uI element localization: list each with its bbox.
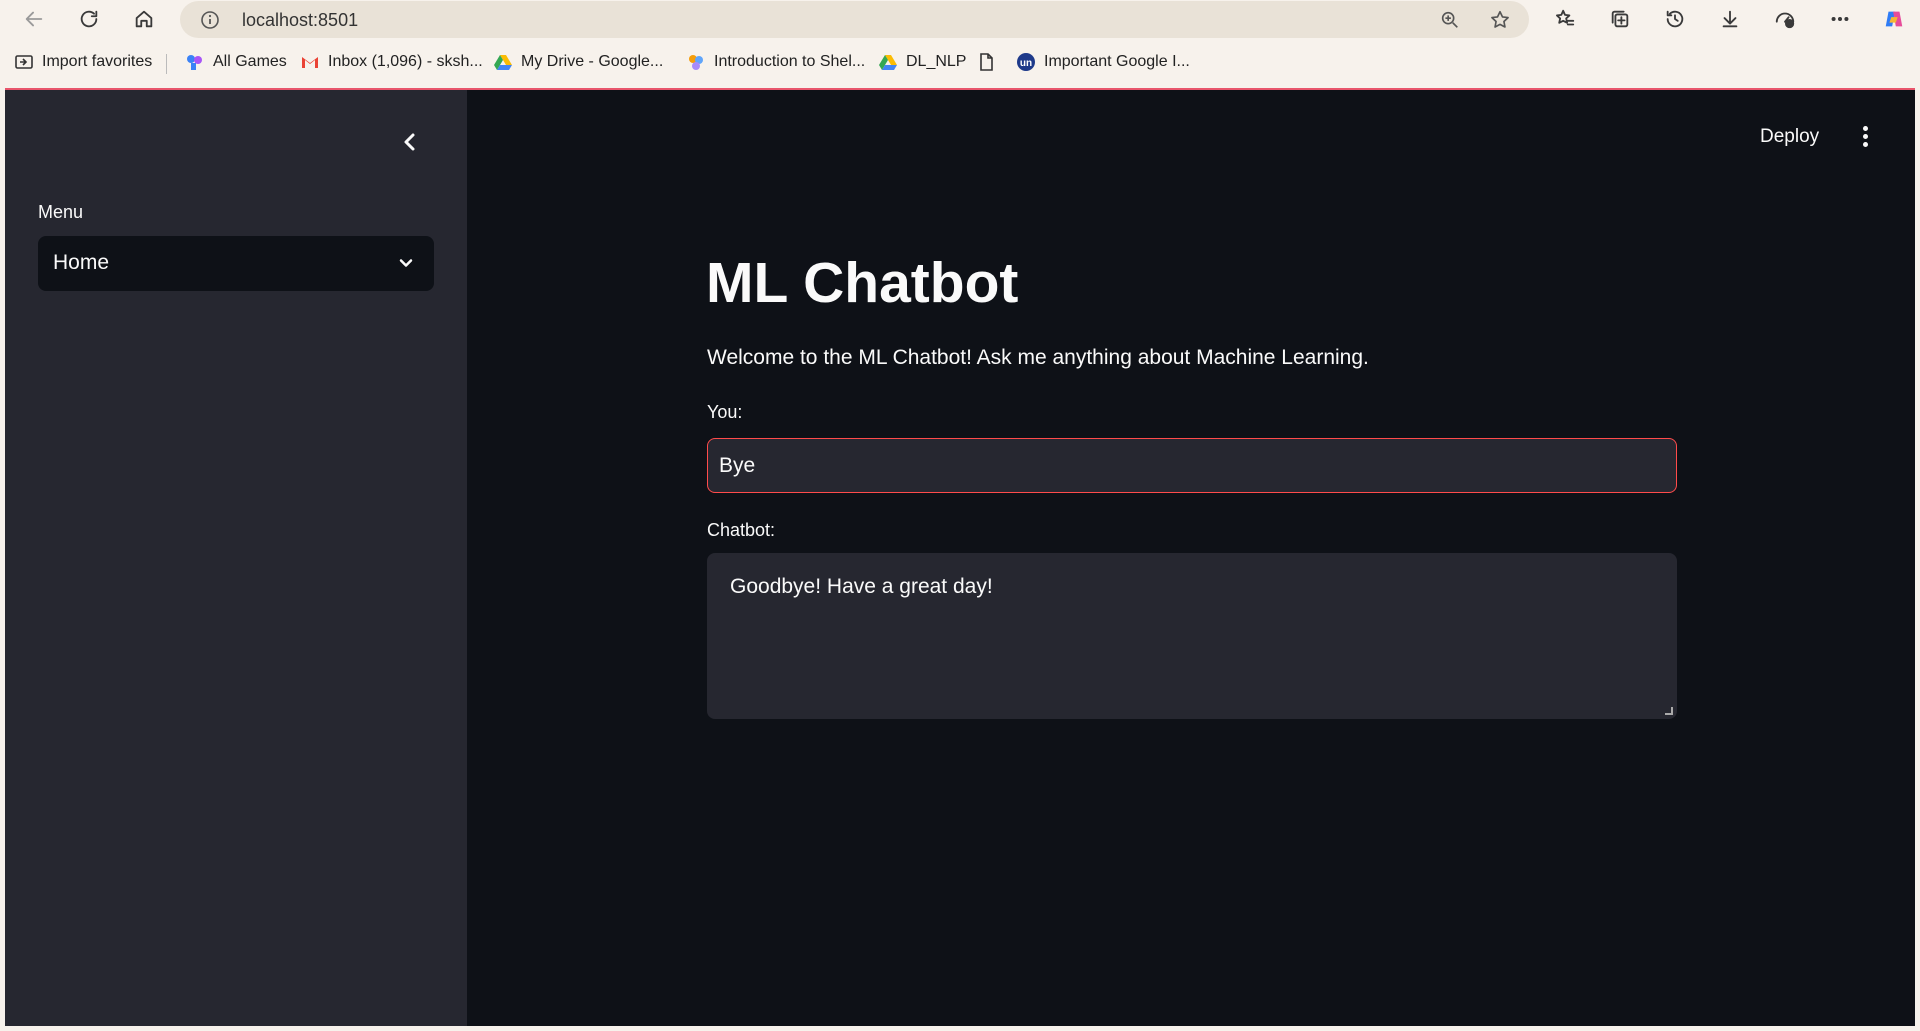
star-icon[interactable] <box>1489 9 1511 31</box>
favorites-bar: Import favorites All Games Inbox (1,096)… <box>0 44 1920 82</box>
favorite-my-drive[interactable]: My Drive - Google... <box>493 52 663 72</box>
deploy-button[interactable]: Deploy <box>1760 126 1819 148</box>
favorite-intro-shell[interactable]: Introduction to Shel... <box>686 52 865 72</box>
info-icon[interactable] <box>200 10 220 30</box>
zoom-icon[interactable] <box>1439 9 1461 31</box>
favorite-label: All Games <box>213 53 287 70</box>
browser-toolbar: localhost:8501 <box>0 0 1920 38</box>
favorite-inbox[interactable]: Inbox (1,096) - sksh... <box>300 52 483 72</box>
favorite-label: Inbox (1,096) - sksh... <box>328 53 483 70</box>
favorite-label: Introduction to Shel... <box>714 53 866 70</box>
history-icon[interactable] <box>1659 3 1691 35</box>
sidebar: Menu Home <box>5 90 467 1026</box>
chatbot-label: Chatbot: <box>707 520 776 540</box>
chevron-down-icon <box>396 253 418 275</box>
url-text: localhost:8501 <box>242 10 359 30</box>
chatbot-response-text: Goodbye! Have a great day! <box>730 575 993 598</box>
collections-icon[interactable] <box>1604 3 1636 35</box>
main-menu-icon[interactable] <box>1859 126 1871 150</box>
resize-handle[interactable] <box>1665 707 1673 715</box>
favorite-all-games[interactable]: All Games <box>185 52 287 72</box>
page-title: ML Chatbot <box>706 251 1019 315</box>
document-icon <box>980 53 993 71</box>
menu-select[interactable]: Home <box>38 236 434 291</box>
more-icon[interactable] <box>1824 3 1856 35</box>
favorite-dl-nlp[interactable]: DL_NLP <box>878 52 966 72</box>
you-label: You: <box>707 402 743 422</box>
favorite-label: My Drive - Google... <box>521 53 664 70</box>
menu-select-value: Home <box>53 251 110 274</box>
favorites-divider <box>166 54 167 74</box>
chatbot-response-area[interactable]: Goodbye! Have a great day! <box>707 553 1677 719</box>
shell-icon <box>689 55 703 70</box>
refresh-icon[interactable] <box>73 3 105 35</box>
favorite-import[interactable]: Import favorites <box>14 52 152 72</box>
home-icon[interactable] <box>128 3 160 35</box>
collapse-sidebar-button[interactable] <box>398 130 428 160</box>
menu-label: Menu <box>38 202 84 222</box>
download-icon[interactable] <box>1714 3 1746 35</box>
welcome-text: Welcome to the ML Chatbot! Ask me anythi… <box>707 346 1369 369</box>
svg-text:un: un <box>1020 58 1032 69</box>
chevron-left-icon <box>404 133 415 151</box>
favorite-important-google[interactable]: un Important Google I... <box>1016 52 1190 72</box>
gmail-icon <box>302 57 318 68</box>
import-icon <box>15 55 33 69</box>
favorite-label: Important Google I... <box>1044 53 1190 70</box>
back-icon[interactable] <box>18 3 50 35</box>
performance-icon[interactable] <box>1769 3 1801 35</box>
drive-icon <box>494 55 512 70</box>
copilot-icon[interactable] <box>1878 3 1910 35</box>
app-frame: Menu Home Deploy ML Chatbot Welcome to t… <box>5 88 1915 1026</box>
games-icon <box>187 55 202 70</box>
favorite-label: Import favorites <box>42 53 153 70</box>
address-bar[interactable]: localhost:8501 <box>180 1 1529 38</box>
drive-icon <box>879 55 897 70</box>
favorites-icon[interactable] <box>1549 3 1581 35</box>
favorite-label: DL_NLP <box>906 53 967 70</box>
un-icon: un <box>1017 53 1035 71</box>
favorite-document[interactable] <box>976 52 1004 72</box>
user-message-input[interactable] <box>707 438 1677 493</box>
